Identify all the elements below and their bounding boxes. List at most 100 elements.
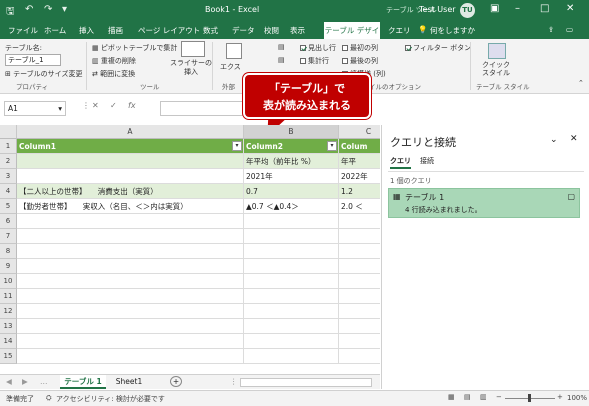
table-cell[interactable]: [17, 229, 244, 244]
table-header-cell[interactable]: Column2 ▾: [244, 139, 339, 154]
table-name-input[interactable]: テーブル_1: [5, 54, 61, 66]
refresh-icon[interactable]: ▤: [278, 43, 285, 51]
tab-formulas[interactable]: 数式: [203, 25, 218, 36]
table-header-cell[interactable]: Colum: [339, 139, 380, 154]
tab-connections[interactable]: 接続: [420, 156, 434, 166]
row-header[interactable]: 7: [0, 229, 17, 244]
table-cell[interactable]: 【二人以上の世帯】 消費支出（実質）: [17, 184, 244, 199]
prev-sheet-icon[interactable]: ◀: [6, 375, 12, 389]
table-cell[interactable]: [17, 304, 244, 319]
maximize-icon[interactable]: □: [540, 3, 549, 14]
table-cell[interactable]: [17, 259, 244, 274]
column-header-c[interactable]: C: [339, 125, 380, 139]
worksheet-grid[interactable]: A B C 1 Column1 ▾ Column2 ▾ Colum 2 年平均（前年比 %）年…: [0, 125, 380, 372]
zoom-level[interactable]: 100%: [567, 394, 587, 402]
minimize-icon[interactable]: –: [515, 3, 520, 14]
filter-dropdown-icon[interactable]: ▾: [232, 141, 242, 151]
row-header[interactable]: 3: [0, 169, 17, 184]
total-row-checkbox[interactable]: 集計行: [300, 56, 329, 66]
table-cell[interactable]: [244, 334, 339, 349]
zoom-in-icon[interactable]: +: [557, 393, 563, 401]
horizontal-scrollbar[interactable]: [240, 378, 372, 387]
row-header[interactable]: 15: [0, 349, 17, 364]
name-box[interactable]: A1 ▾: [4, 101, 66, 116]
table-cell[interactable]: 【勤労者世帯】 実収入（名目、＜＞内は実質）: [17, 199, 244, 214]
table-cell[interactable]: [339, 349, 380, 364]
ribbon-display-icon[interactable]: ▣: [490, 3, 499, 14]
table-cell[interactable]: 2022年: [339, 169, 380, 184]
export-button[interactable]: エクス: [220, 62, 241, 72]
header-row-checkbox[interactable]: 見出し行: [300, 43, 336, 53]
user-name[interactable]: Test User: [419, 5, 456, 14]
table-cell[interactable]: [339, 244, 380, 259]
row-header[interactable]: 6: [0, 214, 17, 229]
table-cell[interactable]: [244, 214, 339, 229]
share-icon[interactable]: ⇪: [548, 25, 554, 34]
filter-dropdown-icon[interactable]: ▾: [327, 141, 337, 151]
table-cell[interactable]: [339, 289, 380, 304]
row-header[interactable]: 10: [0, 274, 17, 289]
pane-options-icon[interactable]: ⌄: [550, 135, 558, 145]
table-cell[interactable]: [17, 334, 244, 349]
row-header[interactable]: 8: [0, 244, 17, 259]
tab-queries[interactable]: クエリ: [390, 156, 411, 169]
row-header[interactable]: 2: [0, 154, 17, 169]
properties-icon[interactable]: ▤: [278, 56, 285, 64]
table-cell[interactable]: [339, 334, 380, 349]
table-cell[interactable]: [17, 274, 244, 289]
tab-query[interactable]: クエリ: [388, 25, 411, 36]
avatar[interactable]: TU: [460, 3, 475, 18]
table-cell[interactable]: [244, 319, 339, 334]
table-cell[interactable]: [244, 289, 339, 304]
row-header[interactable]: 11: [0, 289, 17, 304]
zoom-slider-thumb[interactable]: [528, 394, 531, 402]
tab-review[interactable]: 校閲: [264, 25, 279, 36]
remove-duplicates-button[interactable]: ▥ 重複の削除: [92, 56, 136, 66]
table-cell[interactable]: [339, 319, 380, 334]
customize-qat-icon[interactable]: ▾: [62, 4, 67, 15]
pane-close-icon[interactable]: ✕: [570, 134, 578, 144]
table-cell[interactable]: 1.2: [339, 184, 380, 199]
sheet-tab-table1[interactable]: テーブル 1: [60, 375, 106, 389]
tab-table-design[interactable]: テーブル デザイン: [324, 22, 380, 52]
table-cell[interactable]: [339, 304, 380, 319]
table-cell[interactable]: [17, 349, 244, 364]
cancel-icon[interactable]: ✕: [92, 101, 99, 110]
sheet-tab-sheet1[interactable]: Sheet1: [110, 375, 148, 389]
tell-me-search[interactable]: 何をしますか: [430, 25, 475, 36]
close-icon[interactable]: ✕: [566, 3, 574, 14]
convert-range-button[interactable]: ⇄ 範囲に変換: [92, 69, 135, 79]
add-sheet-icon[interactable]: +: [170, 376, 182, 387]
tab-data[interactable]: データ: [232, 25, 255, 36]
table-cell[interactable]: [17, 214, 244, 229]
redo-icon[interactable]: ↷: [44, 4, 52, 15]
insert-function-button[interactable]: fx: [128, 101, 136, 110]
tab-file[interactable]: ファイル: [8, 25, 38, 36]
row-header[interactable]: 4: [0, 184, 17, 199]
query-options-icon[interactable]: ▢: [567, 192, 575, 201]
zoom-out-icon[interactable]: −: [496, 393, 502, 401]
pivot-summarize-button[interactable]: ▦ ピボットテーブルで集計: [92, 43, 177, 53]
table-cell[interactable]: [17, 169, 244, 184]
filter-button-checkbox[interactable]: フィルター ボタン: [405, 43, 471, 53]
resize-table-button[interactable]: ⊞ テーブルのサイズ変更: [5, 69, 82, 79]
table-cell[interactable]: [244, 274, 339, 289]
save-icon[interactable]: 🖫: [6, 4, 15, 21]
undo-icon[interactable]: ↶: [25, 4, 33, 15]
enter-icon[interactable]: ✓: [110, 101, 117, 110]
insert-slicer-button[interactable]: スライサーの 挿入: [170, 59, 212, 77]
tab-page-layout[interactable]: ページ レイアウト: [138, 25, 200, 36]
comment-icon[interactable]: ▭: [566, 25, 573, 34]
table-cell[interactable]: [244, 304, 339, 319]
collapse-ribbon-icon[interactable]: ⌃: [578, 79, 584, 87]
table-cell[interactable]: [339, 214, 380, 229]
tab-split-icon[interactable]: ⋮: [230, 375, 238, 389]
tab-draw[interactable]: 描画: [108, 25, 123, 36]
table-cell[interactable]: [17, 244, 244, 259]
next-sheet-icon[interactable]: ▶: [22, 375, 28, 389]
row-header[interactable]: 12: [0, 304, 17, 319]
table-cell[interactable]: 0.7: [244, 184, 339, 199]
accessibility-status[interactable]: アクセシビリティ: 検討が必要です: [56, 394, 165, 404]
table-cell[interactable]: ▲0.7 ＜▲0.4＞: [244, 199, 339, 214]
page-break-view-icon[interactable]: ▥: [480, 393, 487, 401]
